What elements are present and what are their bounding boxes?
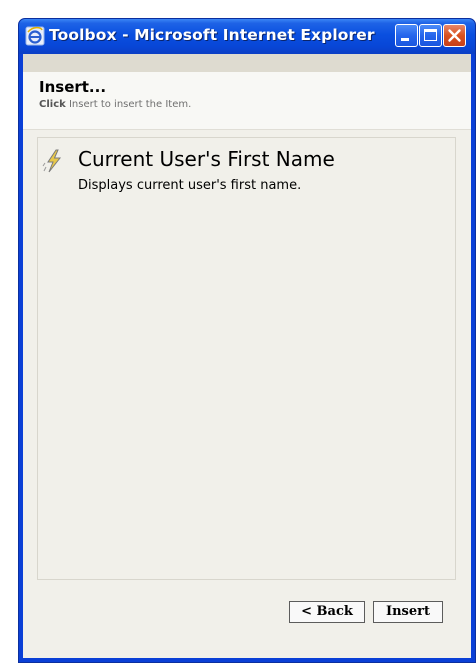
insert-button[interactable]: Insert <box>373 601 443 623</box>
top-strip <box>23 54 471 72</box>
title-bar[interactable]: Toolbox - Microsoft Internet Explorer <box>19 19 475 54</box>
item-panel: Current User's First Name Displays curre… <box>37 137 456 580</box>
item-description: Displays current user's first name. <box>78 178 302 193</box>
browser-window: Toolbox - Microsoft Internet Explorer In… <box>18 18 476 663</box>
minimize-button[interactable] <box>395 24 418 47</box>
dialog-header: Insert... Click Insert to insert the Ite… <box>23 72 471 130</box>
header-title: Insert... <box>39 78 107 96</box>
maximize-icon <box>424 29 437 41</box>
close-icon <box>448 29 461 42</box>
lightning-icon <box>42 149 66 173</box>
window-title: Toolbox - Microsoft Internet Explorer <box>49 26 375 44</box>
internet-explorer-icon <box>25 26 45 46</box>
maximize-button[interactable] <box>419 24 442 47</box>
instruction-bold: Click <box>39 99 66 110</box>
minimize-icon <box>401 38 409 41</box>
close-button[interactable] <box>443 24 466 47</box>
item-title: Current User's First Name <box>78 147 335 171</box>
back-button[interactable]: < Back <box>289 601 365 623</box>
instruction-text: Insert to insert the Item. <box>68 99 192 110</box>
header-instructions: Click Insert to insert the Item. <box>39 99 191 110</box>
toolbox-content: Insert... Click Insert to insert the Ite… <box>23 54 471 658</box>
